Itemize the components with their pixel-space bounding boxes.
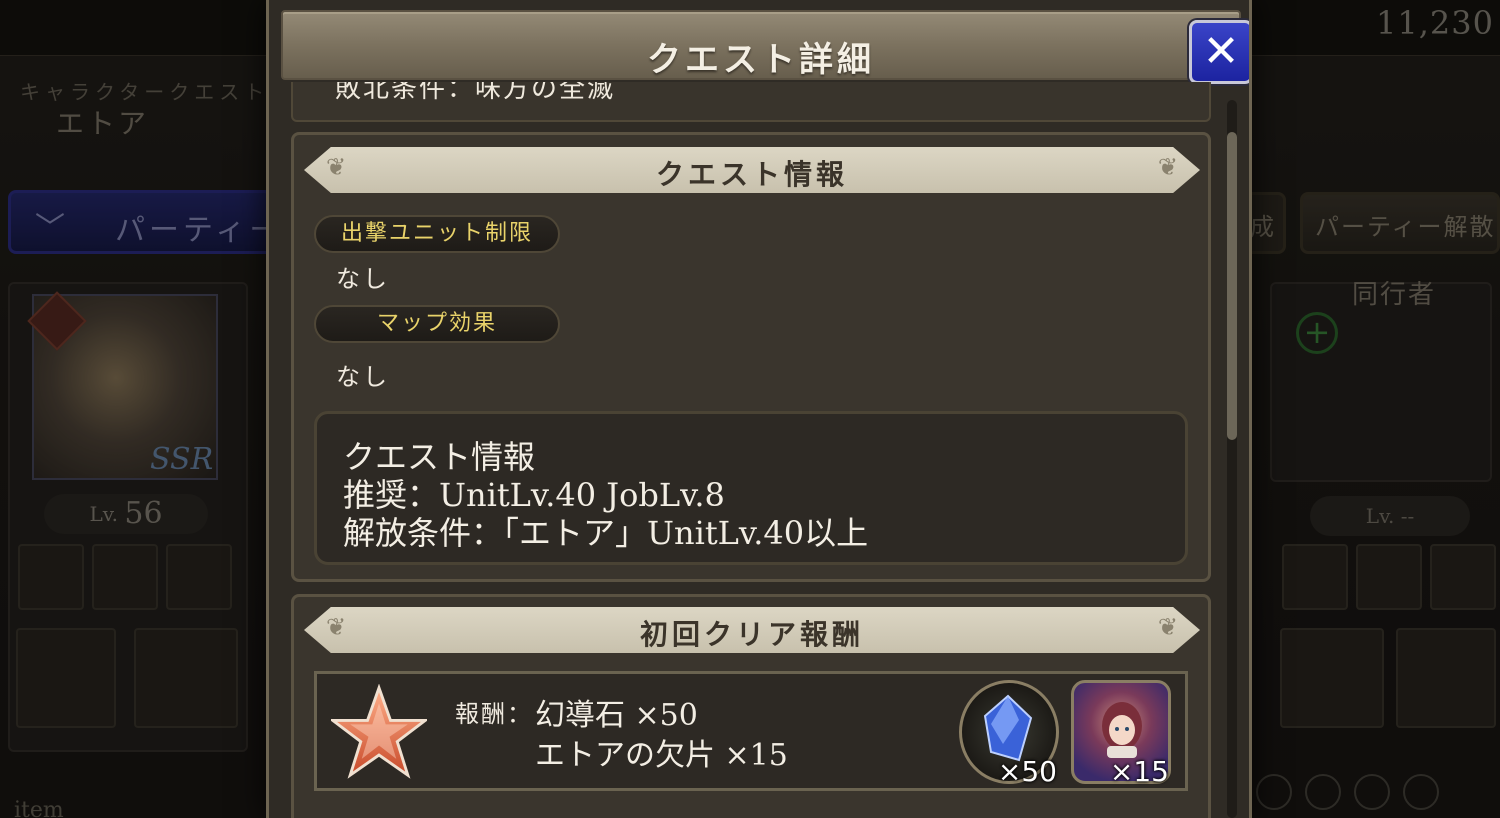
character-name-label: エトア (56, 107, 150, 140)
defeat-condition-text: 敗北条件：味方の全滅 (335, 82, 616, 104)
map-effect-label: マップ効果 (314, 305, 560, 343)
party-edit-tab[interactable]: 成 (1250, 192, 1286, 254)
item-label: item (14, 798, 64, 818)
locked-slot[interactable] (166, 544, 232, 610)
companion-slot-1[interactable] (1282, 544, 1348, 610)
companion-slot-2[interactable] (1356, 544, 1422, 610)
add-companion-icon[interactable]: + (1296, 312, 1338, 354)
reward-item-crystal[interactable]: ×50 (959, 680, 1059, 788)
crystal-count: ×50 (997, 755, 1057, 788)
party-tab-label: パーティー (115, 213, 284, 248)
party-disband-button[interactable]: パーティー解散 (1300, 192, 1500, 254)
currency-counter: 11,230 (1376, 4, 1494, 42)
companion-level-box: Lv. -- (1310, 496, 1470, 536)
companion-panel[interactable] (1270, 282, 1492, 482)
level-value: 56 (124, 496, 163, 531)
quest-info-section: ❦ クエスト情報 ❦ 出撃ユニット制限 なし マップ効果 なし クエスト情報 推… (291, 132, 1211, 582)
companion-slot-3[interactable] (1430, 544, 1496, 610)
character-portrait-icon (1102, 702, 1142, 758)
shard-count: ×15 (1109, 755, 1169, 788)
emblem-icon[interactable] (1403, 774, 1440, 810)
chevron-down-icon: ﹀ (35, 211, 65, 246)
crystal-icon (983, 694, 1033, 762)
close-button[interactable]: ✕ (1189, 20, 1249, 84)
level-prefix: Lv. (89, 502, 119, 526)
quest-info-banner-title: クエスト情報 (655, 158, 848, 191)
first-clear-reward-section: ❦ 初回クリア報酬 ❦ 報酬： 幻導石 ×50 エトアの欠片 ×15 ×50 ×… (291, 594, 1211, 818)
unit-level-box: Lv. 56 (44, 494, 208, 534)
scrollbar-thumb[interactable] (1227, 132, 1237, 440)
quest-detail-modal: クエスト詳細 ✕ 敗北条件：味方の全滅 ❦ クエスト情報 ❦ 出撃ユニット制限 … (266, 0, 1252, 818)
reward-line-1: 幻導石 ×50 (535, 698, 698, 733)
equipment-slot-empty[interactable] (92, 544, 158, 610)
bottom-icon-row (1256, 774, 1500, 818)
vision-card-slot[interactable] (16, 628, 116, 728)
arrow-up-icon[interactable] (1354, 774, 1391, 810)
ornament-right-icon: ❦ (1157, 613, 1178, 641)
search-icon[interactable] (1305, 774, 1342, 810)
first-clear-banner-title: 初回クリア報酬 (639, 618, 864, 651)
party-edit-fragment: 成 (1250, 213, 1274, 241)
quest-info-box: クエスト情報 推奨：UnitLv.40 JobLv.8 解放条件：「エトア」Un… (314, 411, 1188, 565)
reward-label: 報酬： (455, 700, 533, 728)
reward-item-shard[interactable]: ×15 (1071, 680, 1171, 788)
ornament-right-icon: ❦ (1157, 153, 1178, 181)
unlock-condition: 解放条件：「エトア」UnitLv.40以上 (343, 514, 869, 552)
first-clear-banner: ❦ 初回クリア報酬 ❦ (304, 607, 1200, 653)
reward-line-2: エトアの欠片 ×15 (535, 738, 788, 773)
support-card-slot[interactable] (134, 628, 238, 728)
defeat-condition-box: 敗北条件：味方の全滅 (291, 82, 1211, 122)
sortie-limit-label: 出撃ユニット制限 (314, 215, 560, 253)
companion-card-slot-2[interactable] (1396, 628, 1496, 728)
quest-type-label: キャラクタークエスト (20, 80, 270, 104)
rarity-badge: SSR (150, 442, 214, 477)
companion-card-slot-1[interactable] (1280, 628, 1384, 728)
map-effect-value: なし (336, 363, 390, 391)
sortie-limit-value: なし (336, 265, 390, 293)
close-icon: ✕ (1202, 26, 1240, 77)
modal-title: クエスト詳細 (647, 40, 875, 80)
star-icon (328, 683, 430, 780)
party-disband-label: パーティー解散 (1315, 213, 1496, 241)
weapon-slot[interactable] (18, 544, 84, 610)
party-tab[interactable]: ﹀ パーティー (8, 190, 279, 254)
companion-label: 同行者 (1352, 280, 1437, 310)
upgrade-icon[interactable] (1256, 774, 1292, 810)
quest-info-banner: ❦ クエスト情報 ❦ (304, 147, 1200, 193)
modal-header: クエスト詳細 ✕ (281, 10, 1249, 84)
reward-box: 報酬： 幻導石 ×50 エトアの欠片 ×15 ×50 ×15 (314, 671, 1188, 791)
